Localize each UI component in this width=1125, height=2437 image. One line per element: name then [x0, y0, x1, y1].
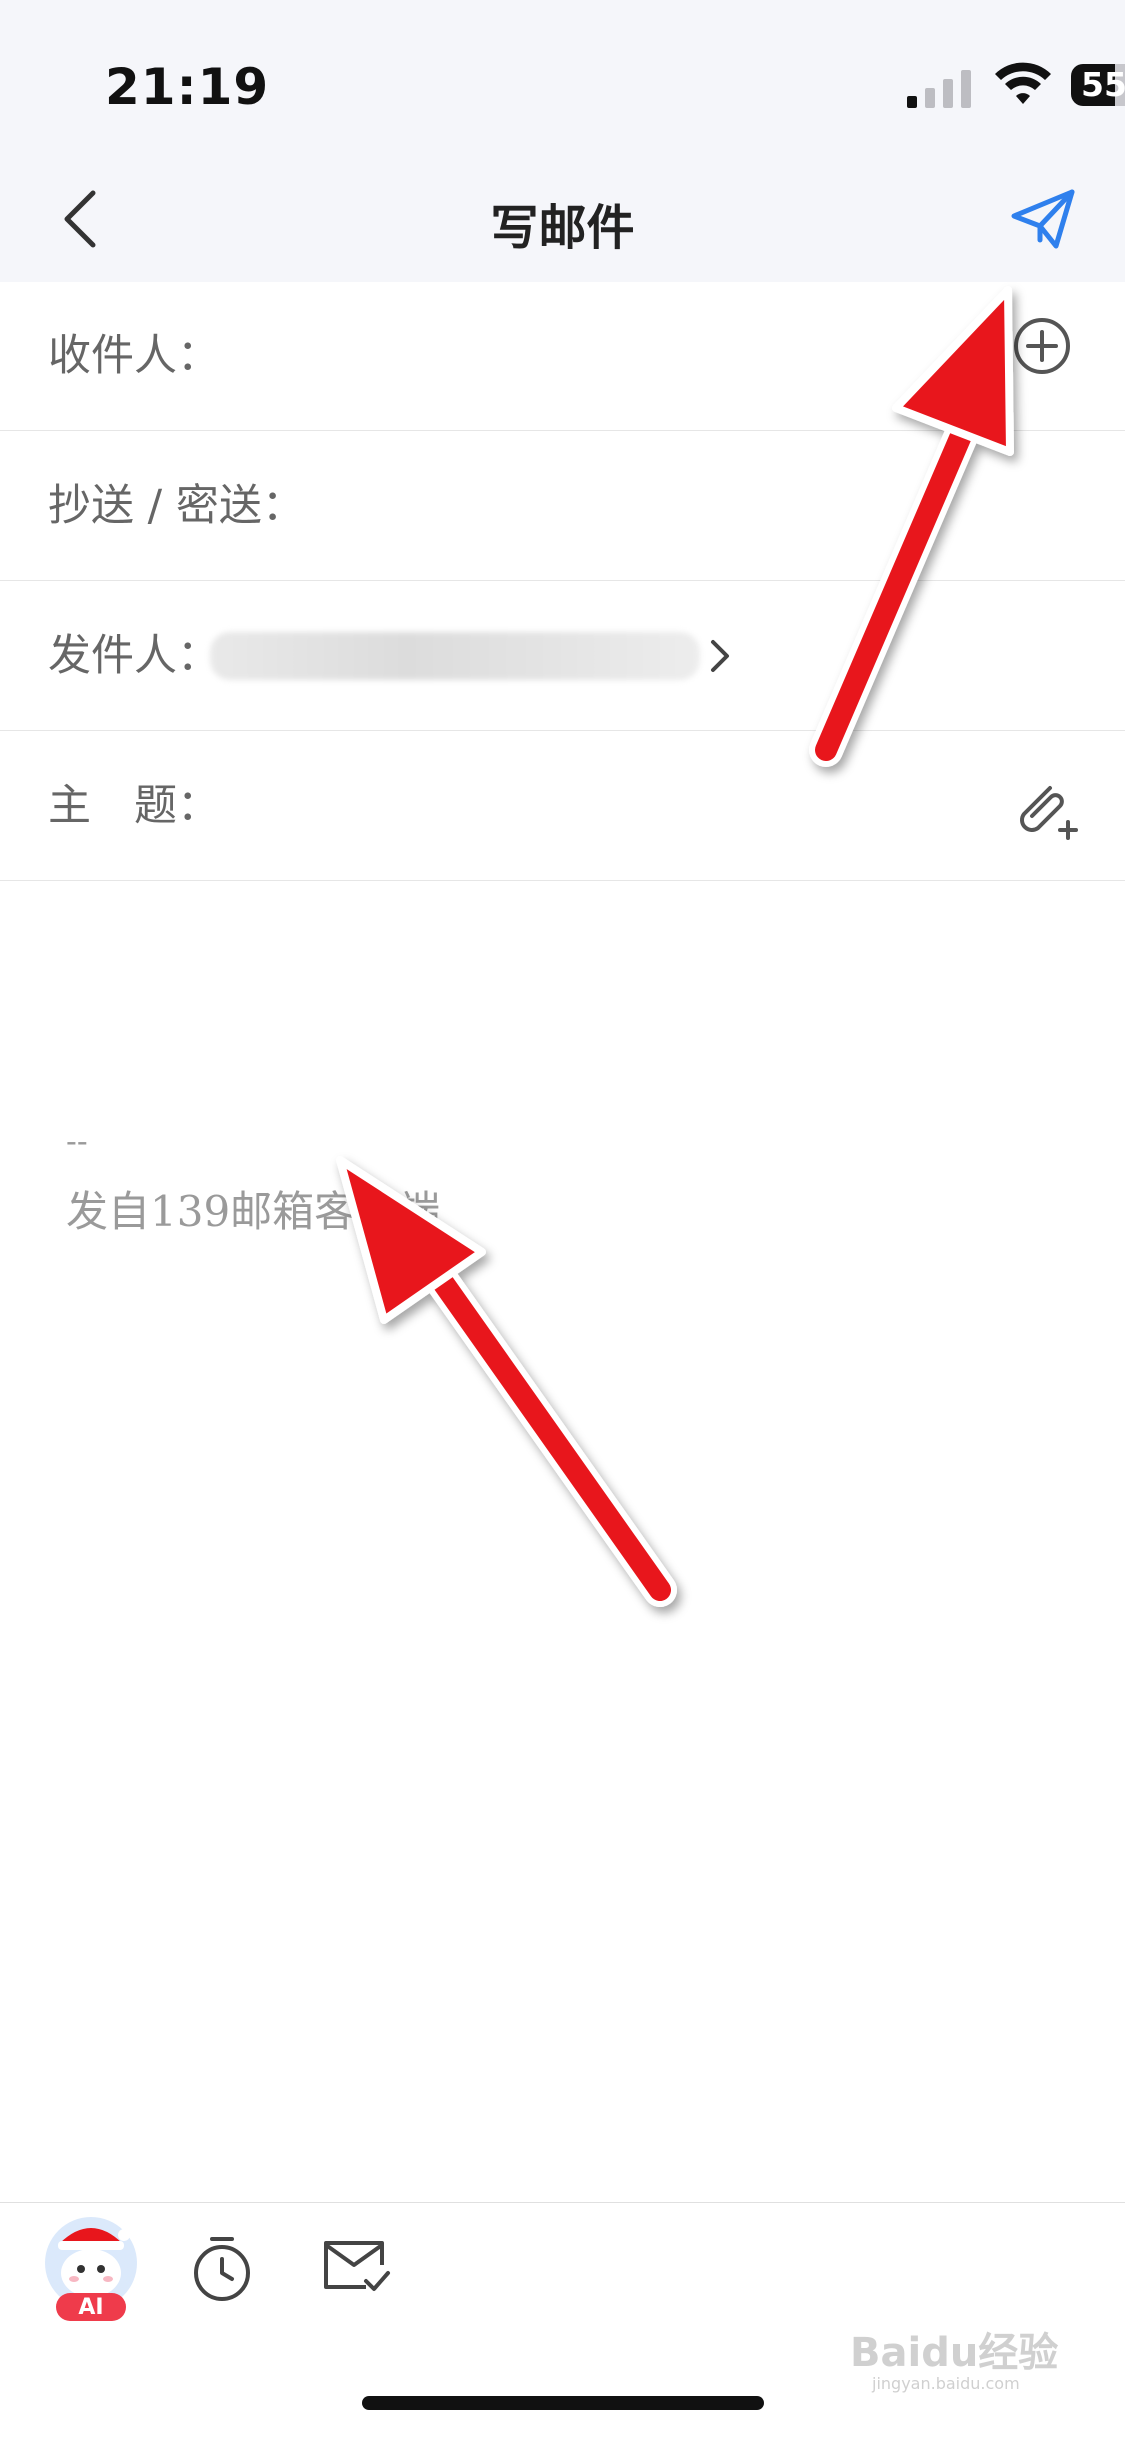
read-receipt-button[interactable]: [320, 2233, 392, 2297]
paperclip-plus-icon: [1020, 786, 1078, 840]
wifi-icon: [995, 62, 1051, 104]
battery-level: 55: [1081, 65, 1125, 104]
watermark: Baidu经验: [850, 2330, 1059, 2376]
timer-icon: [194, 2237, 250, 2301]
to-input[interactable]: [220, 310, 984, 404]
top-bar: 21:19 55 写邮件: [0, 0, 1125, 282]
from-label: 发件人：: [48, 631, 220, 681]
scheduled-send-button[interactable]: [190, 2233, 254, 2303]
ai-label: AI: [78, 2295, 103, 2320]
to-row[interactable]: 收件人：: [0, 282, 1125, 431]
ai-assistant-button[interactable]: AI: [38, 2213, 144, 2325]
email-body[interactable]: -- 发自139邮箱客户端: [0, 880, 1125, 2200]
sender-select[interactable]: [700, 632, 740, 680]
to-label: 收件人：: [48, 331, 220, 381]
page-title: 写邮件: [490, 200, 635, 256]
cc-bcc-row[interactable]: 抄送 / 密送：: [0, 432, 1125, 581]
cellular-signal-icon: [907, 70, 971, 108]
from-row[interactable]: 发件人：: [0, 582, 1125, 731]
chevron-right-icon: [711, 640, 729, 672]
battery-icon: 55: [1071, 64, 1125, 106]
status-time: 21:19: [105, 58, 270, 116]
paper-plane-icon: [1011, 189, 1075, 249]
add-attachment-button[interactable]: [1010, 774, 1080, 844]
add-recipient-button[interactable]: [1012, 316, 1072, 376]
home-indicator: [362, 2396, 764, 2410]
watermark-sub: jingyan.baidu.com: [872, 2374, 1020, 2393]
mail-check-icon: [324, 2241, 390, 2291]
subject-input[interactable]: [220, 760, 984, 854]
send-button[interactable]: [1010, 186, 1076, 252]
cc-bcc-input[interactable]: [290, 460, 1074, 554]
subject-label: 主 题：: [48, 781, 220, 831]
sender-address-blurred: [210, 632, 700, 680]
cc-bcc-label: 抄送 / 密送：: [48, 481, 305, 531]
plus-circle-icon: [1014, 318, 1070, 374]
subject-row[interactable]: 主 题：: [0, 732, 1125, 881]
signature-dash: --: [66, 1122, 88, 1160]
signature-text: 发自139邮箱客户端: [66, 1187, 441, 1236]
